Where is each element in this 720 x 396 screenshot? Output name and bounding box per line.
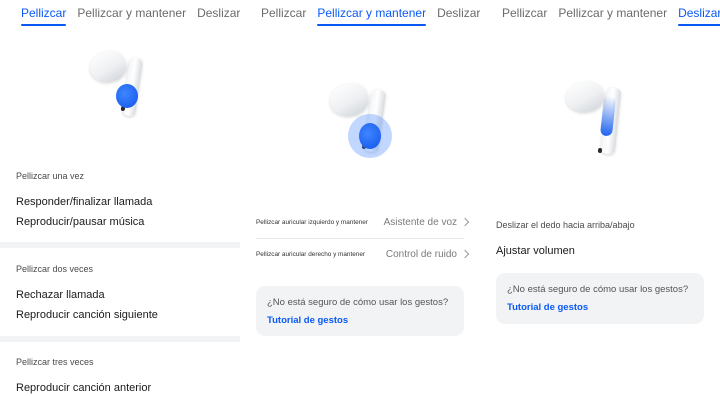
section-title-twice: Pellizcar dos veces xyxy=(16,264,94,274)
earbud-illustration xyxy=(87,48,158,120)
tab-bar: Pellizcar Pellizcar y mantener Deslizar xyxy=(502,6,720,26)
tab-pinch-hold[interactable]: Pellizcar y mantener xyxy=(77,6,186,26)
tab-bar: Pellizcar Pellizcar y mantener Deslizar xyxy=(21,6,240,26)
tab-swipe[interactable]: Deslizar xyxy=(197,6,240,26)
action-adjust-volume[interactable]: Ajustar volumen xyxy=(496,245,575,257)
row-divider xyxy=(256,238,464,239)
pinch-hold-panel: Pellizcar Pellizcar y mantener Deslizar … xyxy=(240,0,480,396)
section-divider xyxy=(0,336,240,342)
chevron-right-icon xyxy=(460,217,470,227)
help-card: ¿No está seguro de cómo usar los gestos?… xyxy=(256,286,464,336)
tab-pinch[interactable]: Pellizcar xyxy=(502,6,547,26)
swipe-panel: Pellizcar Pellizcar y mantener Deslizar … xyxy=(480,0,720,396)
action-play-pause[interactable]: Reproducir/pausar música xyxy=(16,216,144,228)
gesture-dot xyxy=(359,123,381,149)
tab-bar: Pellizcar Pellizcar y mantener Deslizar xyxy=(261,6,480,26)
right-earbud-hold-row[interactable]: Pellizcar auricular derecho y mantener C… xyxy=(256,243,470,265)
pinch-panel: Pellizcar Pellizcar y mantener Deslizar … xyxy=(0,0,240,396)
action-next-song[interactable]: Reproducir canción siguiente xyxy=(16,309,158,321)
row-label: Pellizcar auricular izquierdo y mantener xyxy=(256,218,368,226)
section-title-swipe: Deslizar el dedo hacia arriba/abajo xyxy=(496,220,635,230)
chevron-right-icon xyxy=(460,249,470,259)
tab-pinch[interactable]: Pellizcar xyxy=(261,6,306,26)
left-earbud-hold-row[interactable]: Pellizcar auricular izquierdo y mantener… xyxy=(256,211,470,233)
tab-pinch[interactable]: Pellizcar xyxy=(21,6,67,26)
help-question: ¿No está seguro de cómo usar los gestos? xyxy=(267,297,449,308)
gesture-tutorial-link[interactable]: Tutorial de gestos xyxy=(507,302,588,313)
tab-pinch-hold[interactable]: Pellizcar y mantener xyxy=(558,6,667,26)
section-title-thrice: Pellizcar tres veces xyxy=(16,357,94,367)
row-label: Pellizcar auricular derecho y mantener xyxy=(256,250,366,258)
action-answer-call[interactable]: Responder/finalizar llamada xyxy=(16,196,152,208)
row-value: Control de ruido xyxy=(385,248,457,260)
earbud-illustration xyxy=(326,80,402,160)
earbud-illustration xyxy=(564,78,636,160)
action-previous-song[interactable]: Reproducir canción anterior xyxy=(16,382,151,394)
gesture-tutorial-link[interactable]: Tutorial de gestos xyxy=(267,315,348,326)
tab-swipe[interactable]: Deslizar xyxy=(678,6,720,26)
action-reject-call[interactable]: Rechazar llamada xyxy=(16,289,105,301)
gesture-dot xyxy=(116,84,138,108)
help-card: ¿No está seguro de cómo usar los gestos?… xyxy=(496,273,704,324)
section-title-once: Pellizcar una vez xyxy=(16,171,85,181)
help-question: ¿No está seguro de cómo usar los gestos? xyxy=(507,284,689,295)
section-divider xyxy=(0,242,240,248)
row-value: Asistente de voz xyxy=(383,216,457,228)
tab-swipe[interactable]: Deslizar xyxy=(437,6,480,26)
tab-pinch-hold[interactable]: Pellizcar y mantener xyxy=(317,6,426,26)
